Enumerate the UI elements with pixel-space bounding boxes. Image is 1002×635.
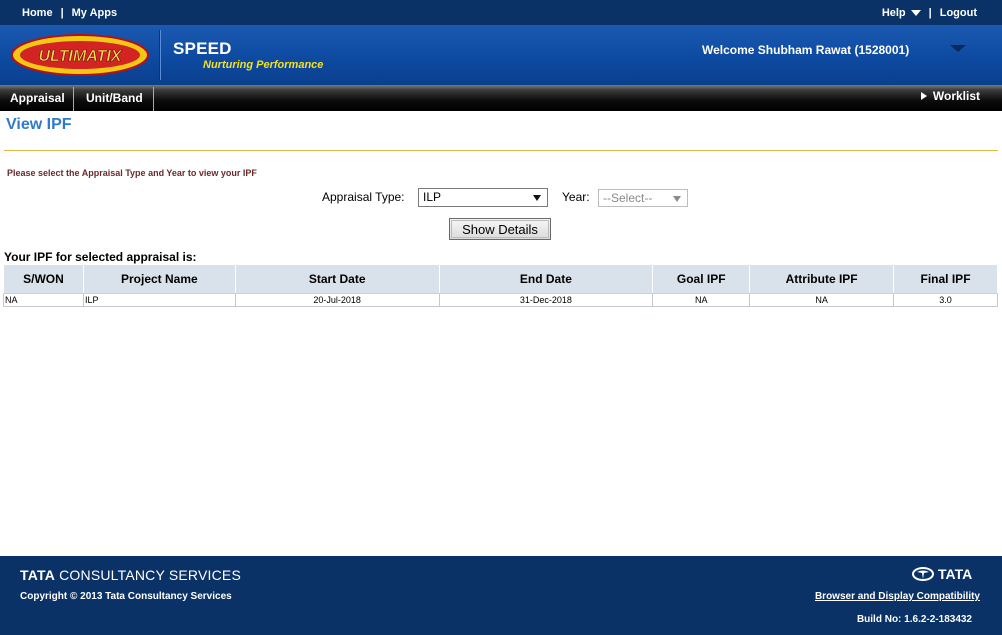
table-header-row: S/WON Project Name Start Date End Date G… bbox=[3, 264, 998, 294]
tcs-brand: TATA CONSULTANCY SERVICES bbox=[20, 567, 241, 583]
tcs-brand-rest: CONSULTANCY SERVICES bbox=[55, 567, 242, 583]
app-tagline: Nurturing Performance bbox=[203, 59, 324, 71]
appraisal-type-label: Appraisal Type: bbox=[322, 190, 405, 204]
cell-final-ipf: 3.0 bbox=[893, 293, 998, 307]
ultimatix-logo[interactable]: ULTIMATIX bbox=[10, 33, 150, 77]
tata-logo-text: TATA bbox=[938, 566, 973, 582]
browser-compatibility-link[interactable]: Browser and Display Compatibility bbox=[815, 591, 980, 602]
top-nav-separator: | bbox=[928, 7, 932, 19]
logout-link[interactable]: Logout bbox=[940, 7, 977, 19]
app-header: ULTIMATIX SPEED Nurturing Performance We… bbox=[0, 25, 1002, 85]
appraisal-type-value: ILP bbox=[423, 190, 442, 204]
cell-start-date: 20-Jul-2018 bbox=[234, 293, 440, 307]
header-divider bbox=[159, 30, 161, 80]
cell-goal-ipf: NA bbox=[652, 293, 751, 307]
column-header-project-name: Project Name bbox=[82, 264, 236, 294]
svg-text:ULTIMATIX: ULTIMATIX bbox=[39, 48, 123, 65]
top-nav-left: Home | My Apps bbox=[22, 7, 117, 19]
year-value: --Select-- bbox=[603, 191, 653, 205]
my-apps-link[interactable]: My Apps bbox=[72, 7, 117, 19]
ultimatix-logo-icon: ULTIMATIX bbox=[11, 34, 149, 76]
tata-logo: TATA bbox=[912, 566, 972, 582]
welcome-user: Welcome Shubham Rawat (1528001) bbox=[702, 43, 910, 57]
help-menu[interactable]: Help bbox=[882, 7, 921, 19]
menu-appraisal[interactable]: Appraisal bbox=[0, 87, 74, 111]
tata-emblem-icon bbox=[912, 567, 934, 581]
page-title: View IPF bbox=[6, 116, 72, 133]
cell-attribute-ipf: NA bbox=[749, 293, 895, 307]
column-header-start-date: Start Date bbox=[234, 264, 440, 294]
page-footer: TATA CONSULTANCY SERVICES Copyright © 20… bbox=[0, 556, 1002, 635]
top-nav-right: Help | Logout bbox=[882, 7, 977, 19]
year-select[interactable]: --Select-- bbox=[598, 189, 688, 207]
user-menu-caret-icon[interactable] bbox=[950, 45, 966, 52]
chevron-down-icon bbox=[910, 10, 921, 17]
year-label: Year: bbox=[562, 190, 590, 204]
top-nav-bar: Home | My Apps Help | Logout bbox=[0, 0, 1002, 25]
worklist-link[interactable]: Worklist bbox=[920, 89, 980, 103]
triangle-right-icon bbox=[920, 92, 927, 100]
app-name: SPEED bbox=[173, 39, 232, 58]
tcs-brand-bold: TATA bbox=[20, 567, 56, 583]
appraisal-type-select[interactable]: ILP bbox=[418, 188, 548, 207]
ipf-table: S/WON Project Name Start Date End Date G… bbox=[3, 264, 998, 307]
column-header-goal-ipf: Goal IPF bbox=[652, 264, 751, 294]
cell-end-date: 31-Dec-2018 bbox=[438, 293, 654, 307]
worklist-label: Worklist bbox=[932, 89, 980, 103]
copyright-text: Copyright © 2013 Tata Consultancy Servic… bbox=[20, 591, 232, 602]
results-caption: Your IPF for selected appraisal is: bbox=[4, 250, 197, 264]
cell-project-name: ILP bbox=[82, 293, 236, 307]
build-number: Build No: 1.6.2-2-183432 bbox=[856, 614, 972, 625]
help-label: Help bbox=[881, 7, 906, 19]
column-header-swon: S/WON bbox=[3, 264, 84, 294]
menu-unit-band[interactable]: Unit/Band bbox=[76, 87, 154, 111]
show-details-button[interactable]: Show Details bbox=[449, 218, 551, 240]
title-divider bbox=[4, 150, 998, 151]
cell-swon: NA bbox=[3, 293, 84, 307]
table-row: NA ILP 20-Jul-2018 31-Dec-2018 NA NA 3.0 bbox=[3, 293, 998, 307]
home-link[interactable]: Home bbox=[22, 7, 53, 19]
column-header-attribute-ipf: Attribute IPF bbox=[749, 264, 895, 294]
top-nav-separator: | bbox=[60, 7, 64, 19]
column-header-final-ipf: Final IPF bbox=[893, 264, 998, 294]
dropdown-arrow-icon bbox=[533, 195, 541, 201]
instruction-text: Please select the Appraisal Type and Yea… bbox=[7, 168, 257, 178]
dropdown-arrow-icon bbox=[673, 196, 681, 202]
column-header-end-date: End Date bbox=[438, 264, 654, 294]
main-menu-bar: Appraisal Unit/Band Worklist bbox=[0, 85, 1002, 111]
